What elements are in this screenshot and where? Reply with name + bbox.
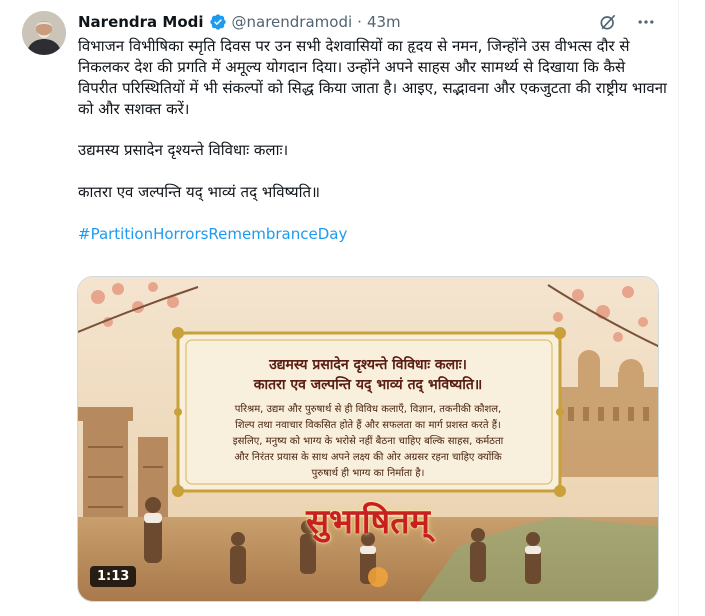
subhashitam-title: सुभाषितम् [306, 502, 430, 542]
meaning-line: इसलिए, मनुष्य को भाग्य के भरोसे नहीं बैठ… [232, 436, 504, 447]
post-body: विभाजन विभीषिका स्मृति दिवस पर उन सभी दे… [78, 36, 668, 245]
post-container: Narendra Modi @narendramodi · 43m विभाजन… [0, 0, 679, 616]
verse-line-1: उद्यमस्य प्रसादेन दृश्यन्ते विविधाः कलाः… [269, 357, 467, 373]
more-icon[interactable] [636, 12, 656, 32]
post-paragraph: विभाजन विभीषिका स्मृति दिवस पर उन सभी दे… [78, 37, 667, 118]
video-duration: 1:13 [90, 566, 137, 587]
verse-line-2: कातरा एव जल्पन्ति यद् भाव्यं तद् भविष्यत… [253, 377, 483, 393]
post-header: Narendra Modi @narendramodi · 43m [78, 12, 401, 32]
meaning-line: परिश्रम, उद्यम और पुरुषार्थ से ही विविध … [234, 404, 502, 415]
grok-icon[interactable] [598, 12, 618, 32]
post-verse-line: कातरा एव जल्पन्ति यद् भाव्यं तद् भविष्यत… [78, 183, 321, 201]
author-name[interactable]: Narendra Modi [78, 13, 204, 31]
video-media[interactable]: उद्यमस्य प्रसादेन दृश्यन्ते विविधाः कलाः… [77, 276, 659, 602]
meaning-line: पुरुषार्थ ही भाग्य का निर्माता है। [311, 468, 425, 479]
verified-badge-icon [209, 13, 227, 31]
avatar[interactable] [22, 11, 66, 55]
meaning-line: और निरंतर प्रयास के साथ अपने लक्ष्य की ओ… [234, 452, 502, 463]
author-handle[interactable]: @narendramodi [232, 13, 353, 31]
hashtag-link[interactable]: #PartitionHorrorsRemembranceDay [78, 224, 668, 245]
post-actions-top [598, 12, 656, 32]
meaning-line: शिल्प तथा नवाचार विकसित होते हैं और सफलत… [235, 420, 501, 431]
separator-dot: · [357, 13, 362, 31]
post-time[interactable]: 43m [367, 13, 401, 31]
post-verse-line: उद्यमस्य प्रसादेन दृश्यन्ते विविधाः कलाः… [78, 141, 289, 159]
